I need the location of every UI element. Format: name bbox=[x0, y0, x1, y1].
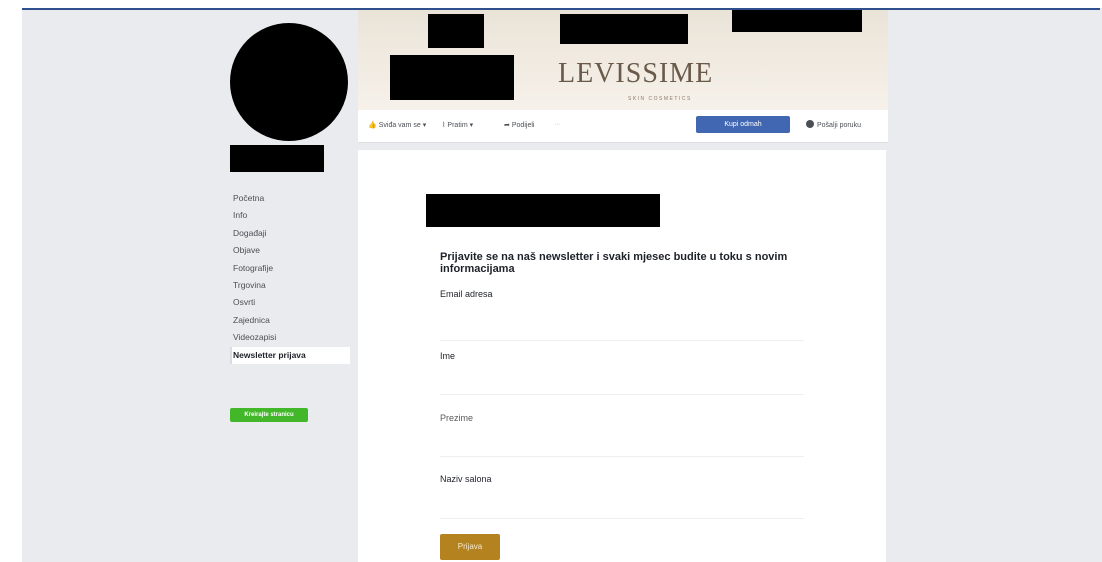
follow-button[interactable]: ⌇ Pratim ▾ bbox=[442, 121, 473, 129]
messenger-icon bbox=[806, 120, 814, 128]
redaction-block bbox=[732, 10, 862, 32]
sidebar-item-trgovina[interactable]: Trgovina bbox=[230, 277, 350, 294]
brand-logo: LEVISSIME bbox=[558, 58, 714, 89]
sidebar-item-fotografije[interactable]: Fotografije bbox=[230, 260, 350, 277]
facebook-page: LEVISSIME SKIN COSMETICS 👍 Sviđa vam se ▾… bbox=[0, 0, 1102, 562]
last-name-label: Prezime bbox=[440, 413, 474, 423]
left-margin bbox=[0, 0, 22, 562]
like-button[interactable]: 👍 Sviđa vam se ▾ bbox=[368, 121, 426, 129]
send-message-label: Pošalji poruku bbox=[817, 122, 861, 129]
top-margin bbox=[0, 0, 1102, 8]
sidebar-item-osvrti[interactable]: Osvrti bbox=[230, 294, 350, 311]
sidebar-item-info[interactable]: Info bbox=[230, 207, 350, 224]
profile-avatar[interactable] bbox=[230, 23, 348, 141]
salon-name-label: Naziv salona bbox=[440, 474, 492, 484]
cover-photo: LEVISSIME SKIN COSMETICS bbox=[358, 10, 888, 110]
rss-icon: ⌇ bbox=[442, 122, 446, 129]
like-label: Sviđa vam se bbox=[378, 122, 421, 129]
thumbs-up-icon: 👍 bbox=[368, 122, 377, 129]
send-message-button[interactable]: Pošalji poruku bbox=[806, 120, 861, 129]
page-sidebar-nav: Početna Info Događaji Objave Fotografije… bbox=[230, 190, 350, 364]
submit-button[interactable]: Prijava bbox=[440, 534, 500, 560]
brand-tagline: SKIN COSMETICS bbox=[628, 96, 692, 102]
page-name-redacted bbox=[230, 145, 324, 172]
share-button[interactable]: ➦ Podijeli bbox=[504, 121, 534, 129]
share-label: Podijeli bbox=[511, 122, 535, 129]
sidebar-item-objave[interactable]: Objave bbox=[230, 242, 350, 259]
email-label: Email adresa bbox=[440, 289, 493, 299]
heading-redacted bbox=[426, 194, 660, 227]
create-page-button[interactable]: Kreirajte stranicu bbox=[230, 408, 308, 422]
follow-label: Pratim bbox=[447, 122, 468, 129]
redaction-block bbox=[560, 14, 688, 44]
last-name-field[interactable] bbox=[440, 432, 804, 457]
first-name-label: Ime bbox=[440, 351, 456, 361]
sidebar-item-newsletter[interactable]: Newsletter prijava bbox=[230, 346, 350, 364]
redaction-block bbox=[428, 14, 484, 48]
share-icon: ➦ bbox=[504, 122, 510, 129]
redaction-block bbox=[390, 55, 514, 100]
page-action-bar: 👍 Sviđa vam se ▾ ⌇ Pratim ▾ ➦ Podijeli ··· … bbox=[358, 110, 888, 143]
shop-now-button[interactable]: Kupi odmah bbox=[696, 116, 790, 133]
sidebar-item-zajednica[interactable]: Zajednica bbox=[230, 312, 350, 329]
sidebar-item-videozapisi[interactable]: Videozapisi bbox=[230, 329, 350, 346]
email-field[interactable] bbox=[440, 316, 804, 341]
more-label: ··· bbox=[554, 121, 561, 128]
sidebar-item-pocetna[interactable]: Početna bbox=[230, 190, 350, 207]
more-button[interactable]: ··· bbox=[554, 121, 561, 128]
first-name-field[interactable] bbox=[440, 370, 804, 395]
salon-name-field[interactable] bbox=[440, 494, 804, 519]
newsletter-panel: Prijavite se na naš newsletter i svaki m… bbox=[358, 150, 886, 562]
sidebar-item-dogadaji[interactable]: Događaji bbox=[230, 225, 350, 242]
newsletter-intro: Prijavite se na naš newsletter i svaki m… bbox=[440, 251, 788, 275]
